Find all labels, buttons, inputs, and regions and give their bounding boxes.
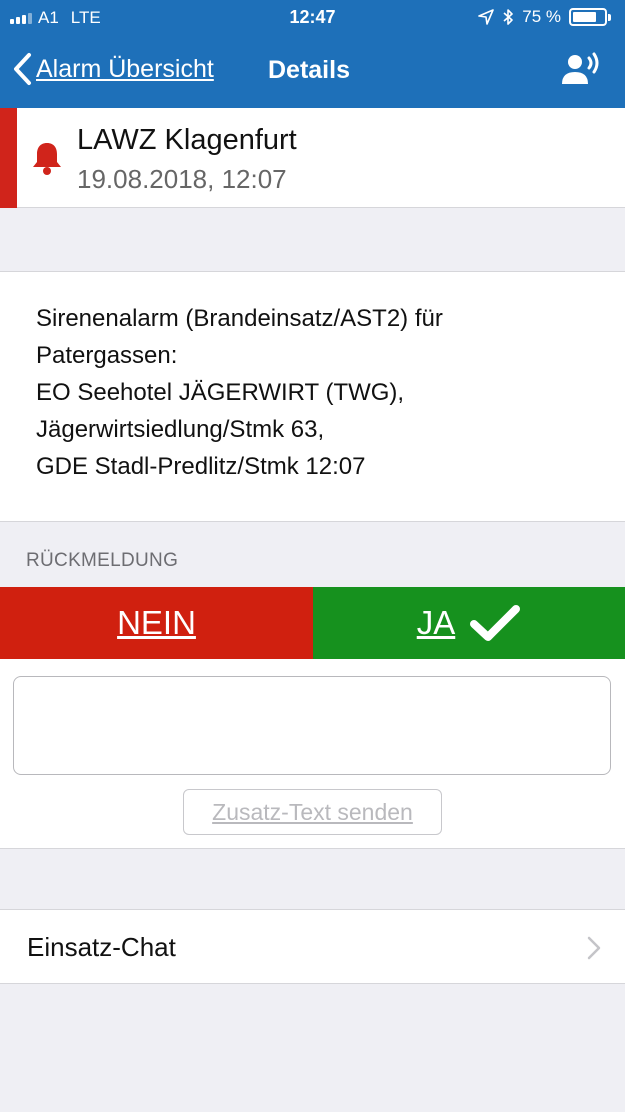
back-button-label: Alarm Übersicht (36, 54, 214, 83)
status-bar: A1 LTE 12:47 75 % (0, 0, 625, 36)
extra-text-input[interactable] (13, 676, 611, 775)
bluetooth-icon (503, 9, 514, 25)
bell-icon (33, 143, 61, 175)
speaker-button[interactable] (559, 50, 603, 93)
battery-icon (569, 8, 611, 26)
yes-button-label: JA (416, 604, 456, 641)
reply-area: Zusatz-Text senden (0, 659, 625, 849)
alarm-date: 19.08.2018, 12:07 (77, 164, 287, 194)
nav-bar: Alarm Übersicht Details (0, 36, 625, 108)
chevron-left-icon (14, 53, 31, 85)
alarm-header: LAWZ Klagenfurt 19.08.2018, 12:07 (0, 108, 625, 208)
message-line: GDE Stadl-Predlitz/Stmk 12:07 (36, 453, 366, 480)
yes-button[interactable]: JA (313, 587, 625, 659)
speaker-person-icon (562, 52, 599, 84)
chevron-right-icon (587, 936, 601, 960)
no-button[interactable]: NEIN (0, 587, 313, 659)
alarm-title: LAWZ Klagenfurt (77, 124, 297, 156)
einsatz-chat-label: Einsatz-Chat (27, 932, 176, 962)
page-title: Details (268, 56, 350, 84)
alarm-message: Sirenenalarm (Brandeinsatz/AST2) für Pat… (36, 300, 596, 485)
alarm-message-card: Sirenenalarm (Brandeinsatz/AST2) für Pat… (0, 271, 625, 522)
location-arrow-icon (478, 9, 495, 25)
message-line: EO Seehotel JÄGERWIRT (TWG), (36, 379, 405, 406)
message-line: Sirenenalarm (Brandeinsatz/AST2) für (36, 305, 443, 332)
message-line: Patergassen: (36, 342, 178, 369)
send-extra-text-button[interactable]: Zusatz-Text senden (183, 789, 442, 835)
back-button[interactable]: Alarm Übersicht (12, 52, 214, 86)
battery-percent: 75 % (522, 7, 561, 26)
status-right: 75 % (478, 7, 611, 27)
message-line: Jägerwirtsiedlung/Stmk 63, (36, 416, 325, 443)
no-button-label: NEIN (117, 604, 196, 641)
feedback-section-label: RÜCKMELDUNG (26, 550, 179, 571)
checkmark-icon (470, 605, 521, 641)
einsatz-chat-row[interactable]: Einsatz-Chat (0, 909, 625, 984)
alarm-status-stripe (0, 108, 17, 208)
